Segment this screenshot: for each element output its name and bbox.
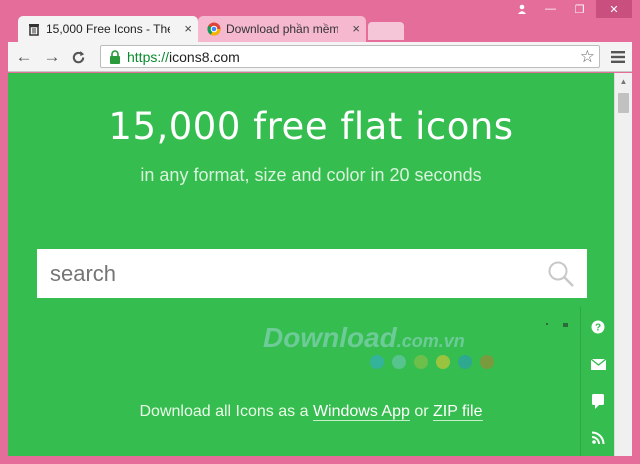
chat-icon[interactable] [590,393,606,409]
hamburger-icon [611,51,625,63]
address-bar[interactable]: https://icons8.com ☆ [100,45,600,68]
svg-text:?: ? [595,323,601,334]
watermark-dot [370,355,384,369]
download-footer: Download all Icons as a Windows App or Z… [139,403,483,421]
tab-title: 15,000 Free Icons - The La [46,22,170,36]
mail-icon[interactable] [590,356,606,372]
reload-icon [72,50,84,63]
browser-window: — ❐ ✕ 15,000 Free Icons - The La × Downl… [0,0,640,464]
watermark-dots [370,355,494,369]
help-icon[interactable]: ? [590,319,606,335]
tab-download[interactable]: Download phần mềm miễ × [198,16,366,42]
page-subtitle: in any format, size and color in 20 seco… [140,165,482,185]
page-title: 15,000 free flat icons [108,105,514,148]
lock-icon [107,49,123,65]
watermark: Download.com.vn [263,322,465,353]
decorative-mark [563,323,568,327]
new-tab-button[interactable] [368,22,404,40]
vertical-scrollbar[interactable]: ▲ [614,73,632,456]
scroll-up-arrow-icon[interactable]: ▲ [615,73,632,89]
menu-button[interactable] [608,47,628,67]
windows-app-link[interactable]: Windows App [312,403,410,421]
tab-close-icon[interactable]: × [184,21,192,36]
tab-title: Download phần mềm miễ [226,22,338,36]
bookmark-star-icon[interactable]: ☆ [580,47,595,67]
watermark-dot [480,355,494,369]
page-content: 15,000 free flat icons in any format, si… [8,73,614,456]
scrollbar-thumb[interactable] [618,93,629,113]
reload-button[interactable] [68,47,88,67]
side-panel: ? [580,307,614,456]
url-text: https://icons8.com [127,48,240,65]
tab-icons8[interactable]: 15,000 Free Icons - The La × [18,16,198,42]
search-icon[interactable] [547,260,575,288]
forward-button[interactable]: → [42,47,62,67]
tab-strip: 15,000 Free Icons - The La × Download ph… [8,16,608,42]
back-button[interactable]: ← [14,47,34,67]
search-box [37,249,587,298]
toolbar: ← → https://icons8.com ☆ [8,42,632,72]
decorative-mark [546,323,548,325]
chrome-icon [206,21,221,36]
watermark-dot [414,355,428,369]
zip-file-link[interactable]: ZIP file [433,403,483,421]
watermark-dot [392,355,406,369]
tab-close-icon[interactable]: × [352,21,360,36]
watermark-dot [458,355,472,369]
rss-icon[interactable] [590,429,606,445]
search-input[interactable] [48,259,532,288]
watermark-dot [436,355,450,369]
trash-icon [26,21,41,36]
